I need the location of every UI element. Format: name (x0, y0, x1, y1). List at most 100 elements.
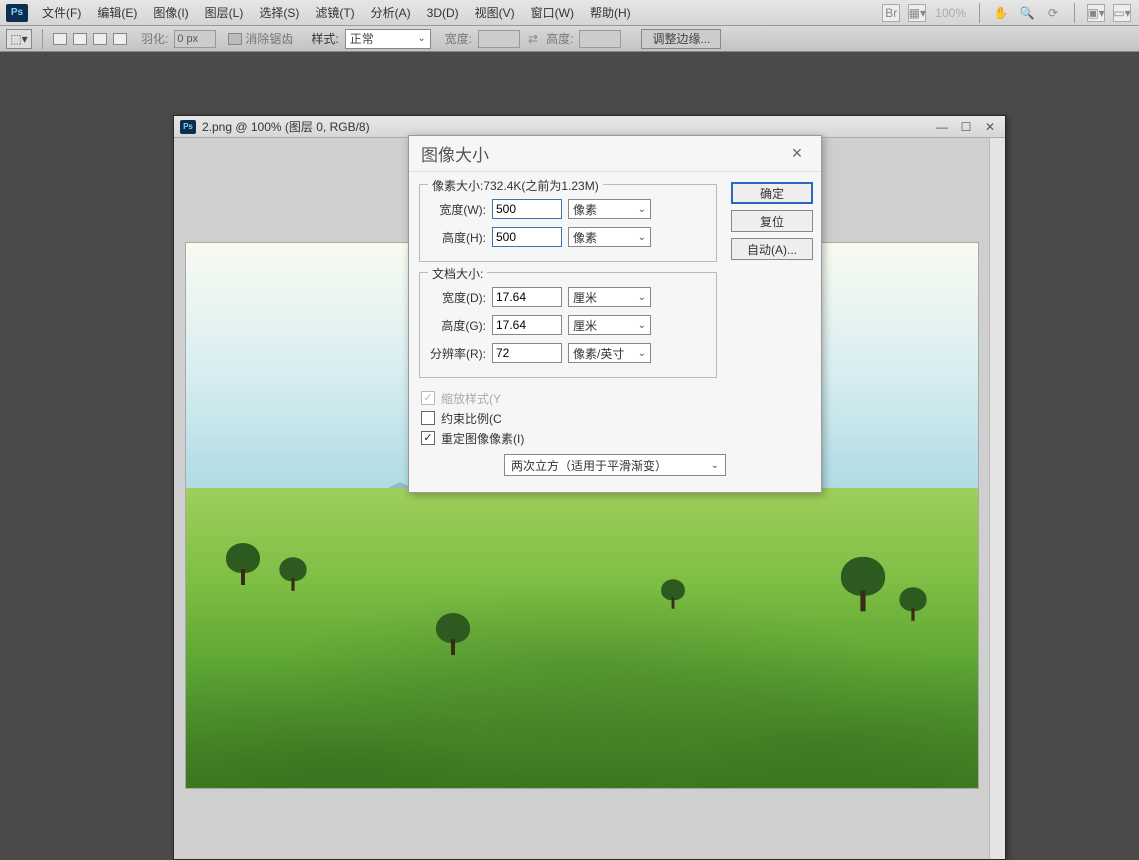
pixel-width-unit-select[interactable]: 像素 ⌄ (568, 199, 651, 219)
reset-button[interactable]: 复位 (731, 210, 813, 232)
vertical-scrollbar[interactable] (989, 138, 1005, 859)
screen-mode-icon[interactable]: ▭▾ (1113, 4, 1131, 22)
menu-analysis[interactable]: 分析(A) (363, 0, 419, 26)
hand-tool-icon[interactable]: ✋ (992, 4, 1010, 22)
separator (979, 3, 980, 23)
menu-window[interactable]: 窗口(W) (523, 0, 582, 26)
window-controls: — ☐ ✕ (933, 120, 999, 134)
menu-filter[interactable]: 滤镜(T) (307, 0, 362, 26)
feather-input[interactable] (174, 30, 216, 48)
style-select[interactable]: 正常⌄ (345, 29, 431, 49)
resample-method-value: 两次立方（适用于平滑渐变） (511, 457, 667, 474)
menu-select[interactable]: 选择(S) (251, 0, 307, 26)
tree-icon (841, 557, 885, 612)
doc-ps-icon: Ps (180, 120, 196, 134)
refine-edge-button[interactable]: 调整边缘... (641, 29, 721, 49)
close-icon[interactable]: ✕ (981, 120, 999, 134)
resample-method-select[interactable]: 两次立方（适用于平滑渐变） ⌄ (504, 454, 726, 476)
chevron-down-icon: ⌄ (711, 460, 719, 471)
menu-right-group: Br ▦▾ 100% ✋ 🔍 ⟳ ▣▾ ▭▾ (882, 3, 1139, 23)
width-label: 宽度: (445, 30, 472, 47)
hill-shading (186, 488, 978, 788)
chevron-down-icon: ⌄ (638, 348, 646, 359)
maximize-icon[interactable]: ☐ (957, 120, 975, 134)
document-size-group: 文档大小: 宽度(D): 厘米⌄ 高度(G): 厘米⌄ 分辨率(R): 像素/英… (419, 272, 717, 378)
dialog-title-text: 图像大小 (421, 141, 489, 166)
zoom-tool-icon[interactable]: 🔍 (1018, 4, 1036, 22)
bridge-icon[interactable]: Br (882, 4, 900, 22)
dialog-button-column: 确定 复位 自动(A)... (731, 182, 813, 260)
current-tool-marquee-icon[interactable]: ⬚▾ (6, 29, 32, 49)
menu-edit[interactable]: 编辑(E) (89, 0, 145, 26)
resolution-input[interactable] (492, 343, 562, 363)
style-label: 样式: (311, 30, 338, 47)
doc-height-unit-select[interactable]: 厘米⌄ (568, 315, 651, 335)
dialog-body: 确定 复位 自动(A)... 像素大小:732.4K(之前为1.23M) 宽度(… (409, 172, 821, 486)
resample-label: 重定图像像素(I) (441, 430, 524, 447)
resample-checkbox[interactable]: ✓ (421, 431, 435, 445)
dialog-close-icon[interactable]: × (785, 143, 809, 164)
selection-intersect-icon[interactable] (113, 33, 127, 45)
selection-subtract-icon[interactable] (93, 33, 107, 45)
doc-width-unit-select[interactable]: 厘米 ⌄ (568, 287, 651, 307)
antialias-checkbox (228, 33, 242, 45)
resolution-unit-select[interactable]: 像素/英寸 ⌄ (568, 343, 651, 363)
pixel-dimensions-legend: 像素大小:732.4K(之前为1.23M) (428, 177, 603, 194)
menu-file[interactable]: 文件(F) (34, 0, 89, 26)
selection-new-icon[interactable] (53, 33, 67, 45)
menu-help[interactable]: 帮助(H) (582, 0, 639, 26)
document-title-text: 2.png @ 100% (图层 0, RGB/8) (202, 118, 370, 135)
options-bar: ⬚▾ 羽化: 消除锯齿 样式: 正常⌄ 宽度: ⇄ 高度: 调整边缘... (0, 26, 1139, 52)
doc-height-input[interactable] (492, 315, 562, 335)
view-extras-icon[interactable]: ▦▾ (908, 4, 926, 22)
unit-value: 像素 (573, 201, 597, 218)
separator (42, 29, 43, 49)
doc-width-label: 宽度(D): (428, 289, 486, 306)
minimize-icon[interactable]: — (933, 120, 951, 134)
antialias-label: 消除锯齿 (245, 30, 293, 47)
resolution-label: 分辨率(R): (428, 345, 486, 362)
unit-value: 厘米 (573, 289, 597, 306)
tree-icon (226, 543, 260, 585)
chevron-down-icon: ⌄ (638, 204, 646, 215)
chevron-down-icon: ⌄ (638, 292, 646, 303)
width-input (478, 30, 520, 48)
auto-button[interactable]: 自动(A)... (731, 238, 813, 260)
tree-icon (661, 579, 685, 608)
doc-height-label: 高度(G): (428, 317, 486, 334)
separator (1074, 3, 1075, 23)
chevron-down-icon: ⌄ (638, 232, 646, 243)
pixel-height-unit-select[interactable]: 像素 ⌄ (568, 227, 651, 247)
pixel-dimensions-group: 像素大小:732.4K(之前为1.23M) 宽度(W): 像素⌄ 高度(H): … (419, 184, 717, 262)
pixel-height-label: 高度(H): (428, 229, 486, 246)
ok-button[interactable]: 确定 (731, 182, 813, 204)
menu-layer[interactable]: 图层(L) (197, 0, 252, 26)
tree-icon (899, 587, 926, 621)
main-menu-bar: Ps 文件(F) 编辑(E) 图像(I) 图层(L) 选择(S) 滤镜(T) 分… (0, 0, 1139, 26)
feather-label: 羽化: (141, 30, 168, 47)
constrain-proportions-checkbox[interactable] (421, 411, 435, 425)
doc-width-input[interactable] (492, 287, 562, 307)
app-logo-icon: Ps (6, 4, 28, 22)
pixel-width-label: 宽度(W): (428, 201, 486, 218)
selection-add-icon[interactable] (73, 33, 87, 45)
pixel-height-input[interactable] (492, 227, 562, 247)
menu-view[interactable]: 视图(V) (467, 0, 523, 26)
pixel-width-input[interactable] (492, 199, 562, 219)
document-size-legend: 文档大小: (428, 265, 487, 282)
rotate-view-icon[interactable]: ⟳ (1044, 4, 1062, 22)
zoom-level-label[interactable]: 100% (934, 4, 967, 22)
style-select-value: 正常 (350, 30, 374, 47)
dialog-title-bar[interactable]: 图像大小 × (409, 136, 821, 172)
unit-value: 像素/英寸 (573, 345, 624, 362)
chevron-down-icon: ⌄ (638, 320, 646, 331)
scale-styles-checkbox: ✓ (421, 391, 435, 405)
swap-wh-icon[interactable]: ⇄ (528, 32, 538, 46)
tree-icon (279, 557, 306, 591)
height-label: 高度: (546, 30, 573, 47)
menu-image[interactable]: 图像(I) (145, 0, 196, 26)
tree-icon (436, 613, 470, 655)
arrange-docs-icon[interactable]: ▣▾ (1087, 4, 1105, 22)
unit-value: 像素 (573, 229, 597, 246)
menu-3d[interactable]: 3D(D) (419, 0, 467, 26)
